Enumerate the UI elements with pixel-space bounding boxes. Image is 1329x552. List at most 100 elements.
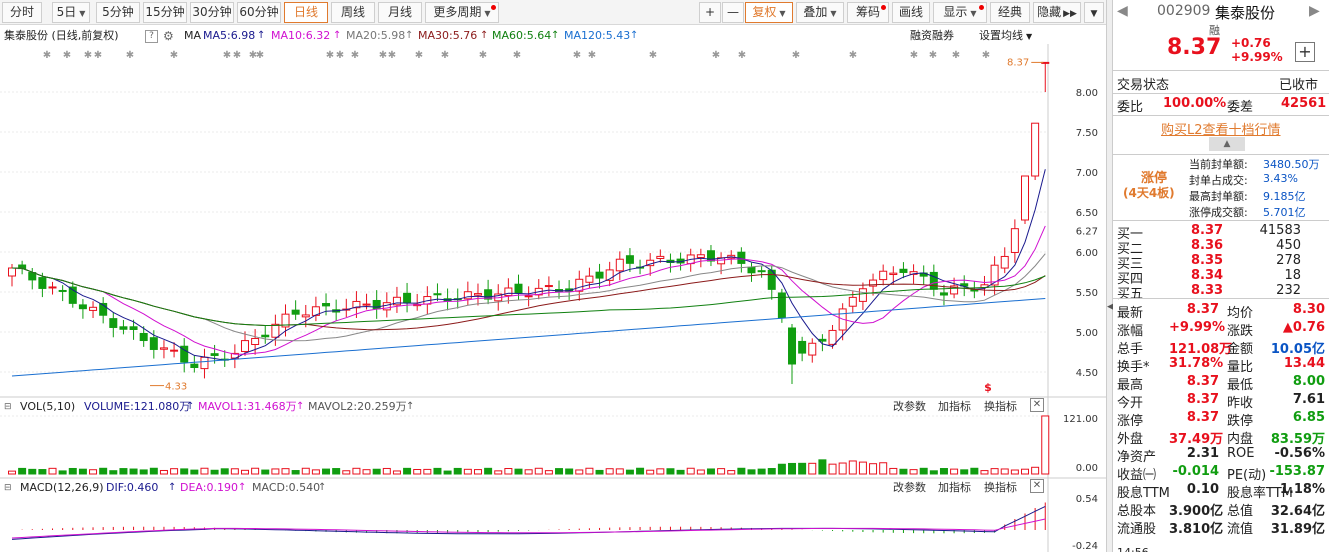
candle-body [889,272,898,276]
collapse-up-icon[interactable]: ▲ [1209,137,1245,151]
event-marker: ✱ [479,50,487,61]
chart-panel[interactable]: 分时 5日 ▼ 5分钟 15分钟 30分钟 60分钟 日线 周线 月线 更多周期 ▼… [0,0,1106,552]
volume-bar [514,468,523,475]
limit-row-value: 9.185亿 [1263,190,1306,203]
stat-value: 3.810亿 [1169,522,1224,537]
stat-value: 8.00 [1292,374,1325,389]
vol-params-button[interactable]: 改参数 [893,398,926,416]
stat-label: 最高 [1117,378,1144,393]
stat-value: 8.37 [1186,410,1219,425]
candle-body [301,314,310,318]
candle-body [514,283,523,294]
volume-bar [18,467,27,475]
volume-bar [585,467,594,475]
limit-row-value: 5.701亿 [1263,206,1306,219]
event-marker: ✱ [63,50,71,61]
macd-params-button[interactable]: 改参数 [893,479,926,497]
stat-label: 内盘 [1227,432,1254,447]
prev-stock-button[interactable]: ◀ [1117,3,1128,19]
event-marker: ✱ [233,50,241,61]
stat-label: PE(动) [1227,468,1267,483]
stat-label: 涨跌 [1227,324,1254,339]
event-marker: ✱ [94,50,102,61]
candle-body [585,275,594,283]
stat-label: 净资产 [1117,450,1157,465]
macd-add-button[interactable]: 加指标 [938,479,971,497]
volume-bar [200,467,209,475]
event-marker: ✱ [573,50,581,61]
volume-bar [99,467,108,475]
weicha-value: 42561 [1281,96,1327,111]
stat-label: 最低 [1227,378,1254,393]
candle-body [848,296,857,307]
high-price-label: 8.37 [1007,57,1029,68]
candle-body [970,289,979,292]
event-marker: ✱ [513,50,521,61]
volume-bar [403,467,412,475]
kline-chart[interactable]: ✱ ✱ ✱ ✱ ✱ ✱ ✱ ✱ ✱✱ ✱ ✱ ✱ ✱ ✱ ✱ ✱ ✱ ✱ ✱ ✱ ✱ ✱ ✱ ✱ ✱ ✱ ✱ ✱ ✱ 8.007.507… [0,0,1106,552]
stat-label: 总股本 [1117,504,1157,519]
volume-bar [676,469,685,475]
panel-splitter[interactable]: ◀ [1106,0,1114,552]
dollar-marker: $ [984,381,992,394]
volume-bar [534,467,543,475]
candle-body [48,286,57,289]
volume-bar [230,468,239,475]
event-marker: ✱ [952,50,960,61]
low-price-label: 4.33 [165,382,187,393]
stat-value: +9.99% [1169,320,1225,335]
close-icon[interactable]: ⊟ [4,479,12,497]
stat-label: 今开 [1117,396,1144,411]
volume-bar [656,468,665,475]
volume-bar [281,468,290,475]
volume-bar [372,468,381,475]
vol-switch-button[interactable]: 换指标 [984,398,1017,416]
volume-bar [625,469,634,475]
volume-bar [220,468,229,475]
stat-value: 31.89亿 [1270,522,1325,537]
candle-body [403,292,412,304]
price-tick-label: 8.00 [1076,88,1098,99]
stat-label: ROE [1227,446,1255,461]
add-watchlist-button[interactable]: + [1295,42,1315,62]
price-tick-label: 7.50 [1076,128,1098,139]
volume-bar [68,467,77,475]
weibi-value: 100.00% [1163,96,1227,111]
stat-value: 121.08万 [1169,342,1233,357]
volume-bar [453,467,462,475]
close-icon[interactable]: ✕ [1030,479,1044,493]
stat-label: 金额 [1227,342,1254,357]
status-label: 交易状态 [1117,78,1170,93]
event-marker: ✱ [170,50,178,61]
volume-bar [352,467,361,475]
event-marker: ✱ [336,50,344,61]
volume-bar [788,462,797,475]
close-icon[interactable]: ⊟ [4,398,12,416]
price-tick-label: 6.00 [1076,248,1098,259]
volume-bar [818,459,827,475]
candle-body [747,266,756,274]
macd-switch-button[interactable]: 换指标 [984,479,1017,497]
volume-bar [149,467,158,475]
mavol1-value: MAVOL1:31.468万 [198,400,297,413]
limit-row-label: 封单占成交: [1189,174,1248,187]
close-icon[interactable]: ✕ [1030,398,1044,412]
vol-add-button[interactable]: 加指标 [938,398,971,416]
volume-bar [737,467,746,475]
candle-body [322,303,331,307]
volume-bar [170,468,179,475]
price-tick-label: 6.27 [1076,226,1098,237]
volume-bar [89,469,98,475]
volume-bar [342,470,351,475]
candle-body [1021,175,1029,221]
candle-body [595,271,604,279]
next-stock-button[interactable]: ▶ [1309,3,1320,19]
candle-body [261,334,270,338]
candle-body [929,271,938,290]
stat-label: 均价 [1227,306,1254,321]
l2-purchase-link[interactable]: 购买L2查看十档行情 [1161,119,1281,138]
candle-body [899,268,908,273]
stat-label: 最新 [1117,306,1144,321]
event-marker: ✱ [388,50,396,61]
volume-bar [970,467,979,475]
